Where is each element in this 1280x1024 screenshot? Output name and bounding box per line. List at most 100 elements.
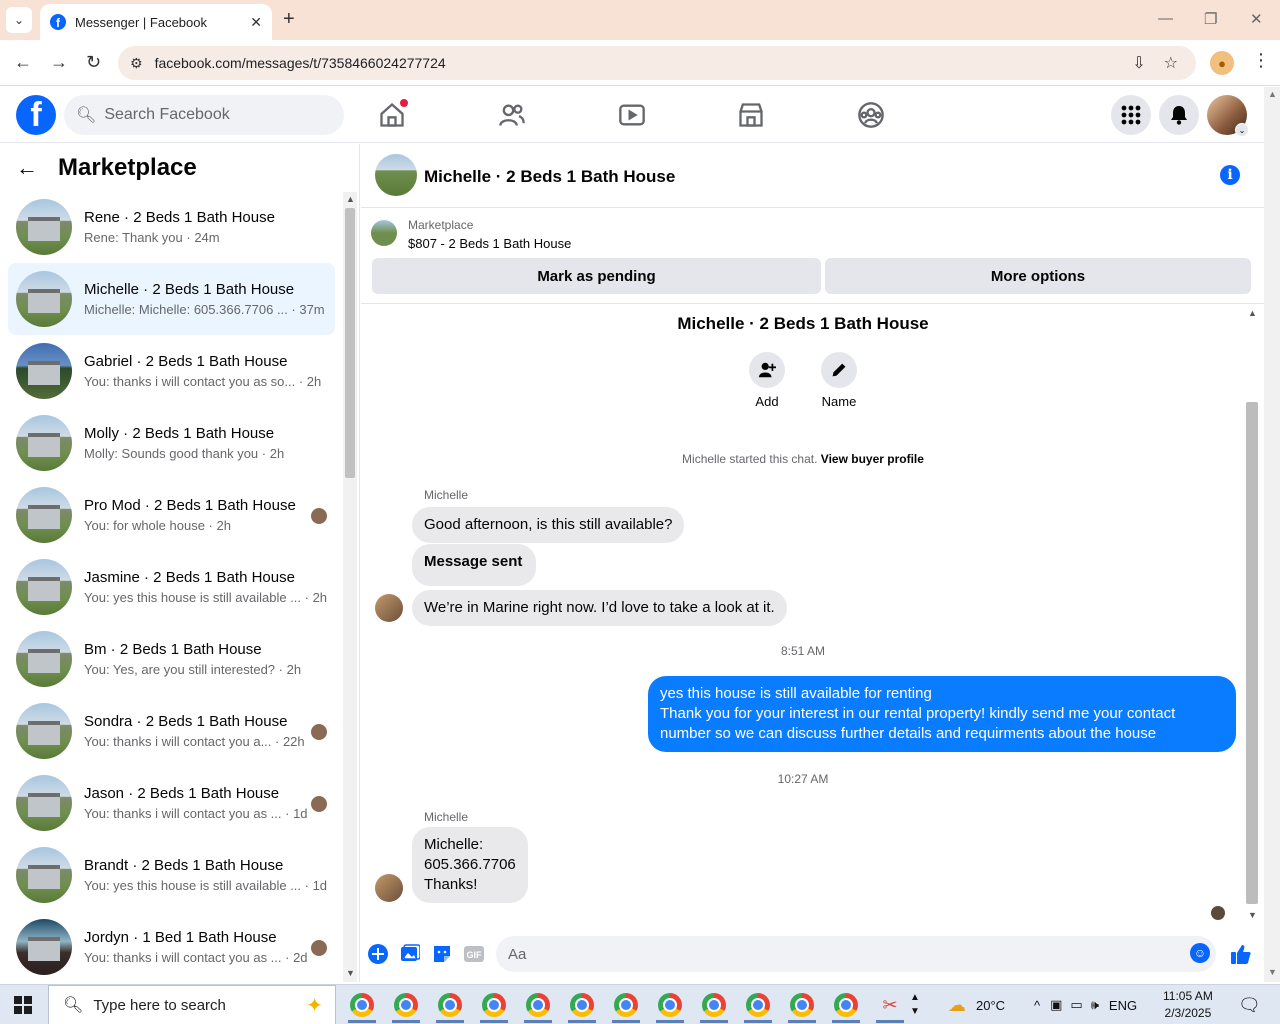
taskbar-search[interactable]: 🔍︎ Type here to search ✦ [48,985,336,1024]
sparkle-icon[interactable]: ✦ [306,993,323,1018]
reload-icon[interactable]: ↻ [86,52,101,73]
volume-icon[interactable]: 🕪︎ [1091,997,1099,1013]
info-icon[interactable]: i [1220,165,1240,185]
chrome-taskbar-icon[interactable] [648,985,692,1024]
watch-icon[interactable] [618,101,646,129]
scroll-down-icon[interactable]: ▼ [1268,967,1277,977]
new-tab-icon[interactable]: + [283,8,295,31]
notifications-bell-icon[interactable] [1159,95,1199,135]
pencil-icon[interactable] [821,352,857,388]
message-input[interactable] [508,945,1148,963]
url-text[interactable]: facebook.com/messages/t/7358466024277724 [155,55,1133,71]
chat-scrollbar[interactable]: ▲ ▼ [1244,304,1260,924]
outgoing-message-bubble[interactable]: yes this house is still available for re… [648,676,1236,752]
message-bubble[interactable]: Good afternoon, is this still available? [412,507,685,543]
tab-search-chevron-icon[interactable]: ⌄ [6,7,32,33]
minimize-icon[interactable]: — [1158,10,1173,27]
message-bubble[interactable]: Message sent [412,544,537,586]
sender-avatar[interactable] [375,594,403,622]
snipping-tool-taskbar-icon[interactable]: ✂ [868,985,912,1024]
more-options-button[interactable]: More options [825,258,1251,294]
conversation-item[interactable]: Michelle · 2 Beds 1 Bath House Michelle: … [8,263,335,335]
plus-circle-icon[interactable] [367,943,389,965]
thumbs-up-icon[interactable] [1230,943,1252,965]
chevron-up-icon[interactable]: ^ [1034,998,1040,1013]
message-input-box[interactable] [496,936,1216,972]
chrome-taskbar-icon[interactable] [780,985,824,1024]
conversation-item[interactable]: Rene · 2 Beds 1 Bath House Rene: Thank yo… [8,191,335,263]
profile-avatar[interactable]: ⌄ [1207,95,1249,137]
add-action[interactable]: Add [737,352,797,409]
chrome-taskbar-icon[interactable] [692,985,736,1024]
back-arrow-icon[interactable]: ← [16,155,38,181]
browser-profile-icon[interactable]: ● [1210,51,1234,75]
browser-tab[interactable]: f Messenger | Facebook ✕ [40,4,272,40]
marketplace-icon[interactable] [737,101,765,129]
chrome-taskbar-icon[interactable] [472,985,516,1024]
scroll-up-icon[interactable]: ▲ [1248,308,1257,318]
chevron-down-icon[interactable]: ⌄ [1235,123,1249,137]
taskbar-search-placeholder[interactable]: Type here to search [93,997,306,1014]
conversation-item[interactable]: Pro Mod · 2 Beds 1 Bath House You: for wh… [8,479,335,551]
chrome-taskbar-icon[interactable] [736,985,780,1024]
weather-widget[interactable]: ☁ 20°C [948,985,1005,1024]
friends-icon[interactable] [498,101,526,129]
meet-now-icon[interactable]: ▣ [1050,997,1062,1013]
chrome-taskbar-icon[interactable] [340,985,384,1024]
scrollbar-thumb[interactable] [345,208,355,478]
message-bubble[interactable]: Michelle: 605.366.7706 Thanks! [412,827,528,903]
conversation-item[interactable]: Molly · 2 Beds 1 Bath House Molly: Sounds… [8,407,335,479]
chrome-taskbar-icon[interactable] [428,985,472,1024]
windows-start-icon[interactable] [14,996,32,1014]
conversation-item[interactable]: Jason · 2 Beds 1 Bath House You: thanks i… [8,767,335,839]
close-window-icon[interactable]: ✕ [1250,10,1263,28]
conversation-item[interactable]: Jasmine · 2 Beds 1 Bath House You: yes th… [8,551,335,623]
scroll-down-icon[interactable]: ▼ [346,968,355,978]
emoji-icon[interactable]: ☺ [1190,943,1210,963]
chat-avatar[interactable] [375,154,417,196]
menu-grid-icon[interactable] [1111,95,1151,135]
add-person-icon[interactable] [749,352,785,388]
chrome-taskbar-icon[interactable] [516,985,560,1024]
chrome-taskbar-icon[interactable] [824,985,868,1024]
conversation-item[interactable]: Sondra · 2 Beds 1 Bath House You: thanks … [8,695,335,767]
conversation-item[interactable]: Jordyn · 1 Bed 1 Bath House You: thanks i… [8,911,335,983]
language-indicator[interactable]: ENG [1109,998,1137,1013]
name-action[interactable]: Name [809,352,869,409]
gif-icon[interactable]: GIF [463,943,485,965]
conversation-item[interactable]: Brandt · 2 Beds 1 Bath House You: yes thi… [8,839,335,911]
page-scrollbar[interactable]: ▲ ▼ [1264,87,1280,982]
conversation-item[interactable]: Gabriel · 2 Beds 1 Bath House You: thanks… [8,335,335,407]
site-settings-icon[interactable]: ⚙ [130,55,143,72]
back-icon[interactable]: ← [14,52,32,73]
conversation-item[interactable]: Bm · 2 Beds 1 Bath House You: Yes, are yo… [8,623,335,695]
address-bar[interactable]: ⚙ facebook.com/messages/t/73584660242777… [118,46,1196,80]
sidebar-scrollbar[interactable]: ▲ ▼ [343,192,357,982]
facebook-search[interactable]: 🔍︎ [64,95,344,135]
network-icon[interactable]: ▭ [1070,997,1082,1013]
browser-menu-icon[interactable]: ⋮ [1252,50,1270,71]
chrome-taskbar-icon[interactable] [384,985,428,1024]
chrome-taskbar-icon[interactable] [604,985,648,1024]
clock[interactable]: 11:05 AM 2/3/2025 [1163,988,1213,1022]
sticker-icon[interactable] [431,943,453,965]
facebook-search-input[interactable] [104,106,325,124]
install-app-icon[interactable]: ⇩ [1132,53,1145,73]
chat-title[interactable]: Michelle · 2 Beds 1 Bath House [424,167,675,187]
facebook-logo-icon[interactable]: f [16,95,56,135]
notification-center-icon[interactable]: 🗨︎ [1238,985,1261,1024]
close-tab-icon[interactable]: ✕ [250,14,262,31]
bookmark-star-icon[interactable]: ☆ [1164,53,1178,73]
sender-avatar[interactable] [375,874,403,902]
forward-icon[interactable]: → [50,52,68,73]
scroll-up-icon[interactable]: ▲ [1268,89,1277,99]
view-buyer-profile-link[interactable]: View buyer profile [821,452,924,466]
photo-icon[interactable] [399,943,421,965]
message-bubble[interactable]: We’re in Marine right now. I’d love to t… [412,590,787,626]
groups-icon[interactable] [857,101,885,129]
listing-title[interactable]: $807 - 2 Beds 1 Bath House [408,236,571,251]
scroll-up-icon[interactable]: ▲ [346,194,355,204]
scrollbar-thumb[interactable] [1246,402,1258,904]
restore-icon[interactable]: ❐ [1204,10,1217,28]
listing-thumbnail[interactable] [371,220,397,246]
